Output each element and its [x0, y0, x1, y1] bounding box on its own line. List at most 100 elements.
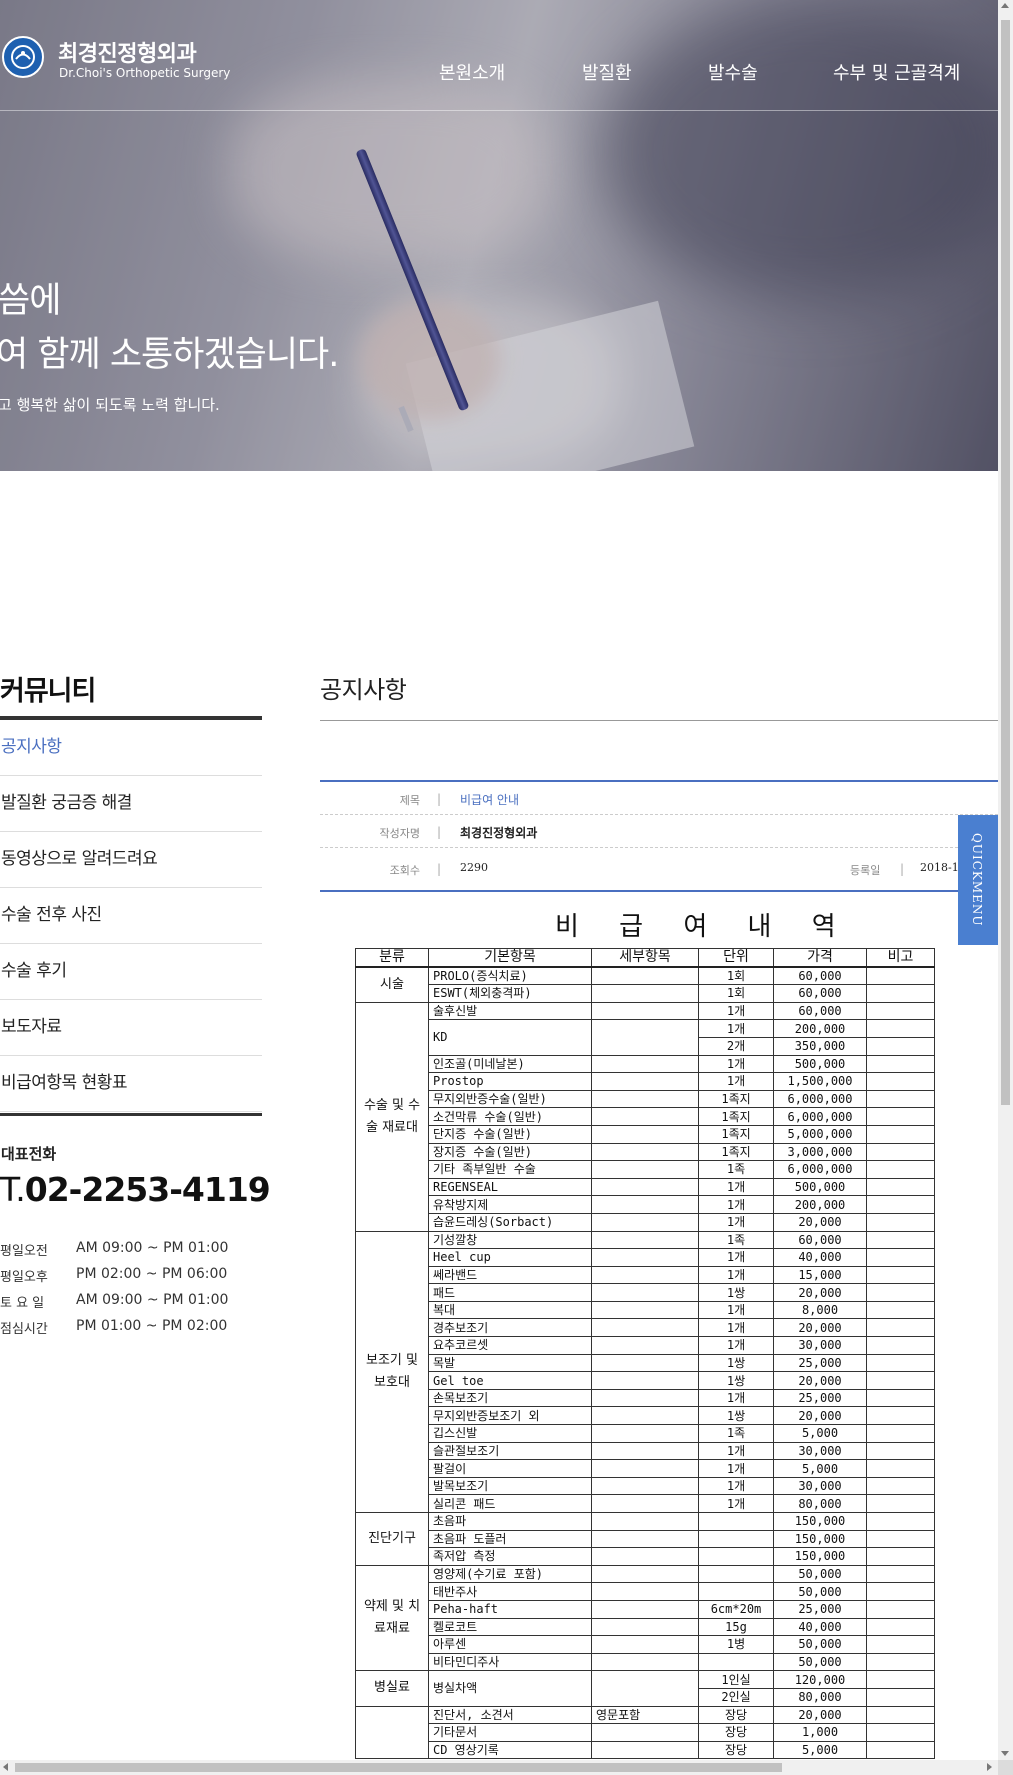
fee-note — [866, 1107, 935, 1126]
fee-row: 기타문서 장당 1,000 — [356, 1723, 935, 1742]
fee-row: 쎄라밴드 1개 15,000 — [356, 1265, 935, 1285]
vertical-scroll-thumb[interactable] — [1001, 20, 1010, 1105]
hours-row: 평일오전 AM 09:00 ~ PM 01:00 — [0, 1240, 228, 1266]
fee-row: 진단기구 초음파 150,000 — [355, 1512, 935, 1566]
fee-detail — [591, 1300, 699, 1320]
logo-subtitle[interactable]: Dr.Choi's Orthopetic Surgery — [59, 66, 230, 80]
fee-table-title: 비 급 여 내 역 — [555, 912, 852, 942]
fee-item: 태반주사 — [428, 1582, 592, 1601]
fee-unit: 1개 — [698, 1265, 774, 1285]
fee-detail — [591, 984, 699, 1003]
fee-price: 150,000 — [773, 1547, 867, 1566]
nav-item-foot-surgery[interactable]: 발수술 — [708, 59, 758, 85]
fee-price: 20,000 — [773, 1705, 867, 1725]
sidebar-item-noncovered[interactable]: 비급여항목 현황표 — [0, 1056, 262, 1112]
date-label: 등록일 — [850, 864, 881, 877]
sidebar-item-foot-faq[interactable]: 발질환 궁금증 해결 — [0, 776, 262, 832]
fee-item: 손목보조기 — [428, 1388, 592, 1408]
fee-item: 아루센 — [428, 1635, 592, 1654]
quickmenu-button[interactable]: QUICKMENU — [958, 815, 998, 945]
fee-item: 목발 — [428, 1353, 592, 1373]
fee-note — [866, 1265, 935, 1285]
fee-row: 목발 1쌍 25,000 — [356, 1353, 935, 1373]
fee-row: KD 1개 200,000 — [356, 1019, 935, 1056]
fee-price: 200,000 — [773, 1195, 867, 1214]
fee-detail — [591, 1459, 699, 1478]
fee-item: 무지외반증보조기 외 — [428, 1406, 592, 1426]
scroll-down-arrow-icon[interactable] — [1001, 1751, 1009, 1756]
fee-item: ESWT(체외충격파) — [428, 984, 592, 1003]
fee-detail — [591, 1617, 699, 1637]
fee-item: 팔걸이 — [428, 1459, 592, 1478]
logo-title[interactable]: 최경진정형외과 — [58, 36, 197, 68]
fee-detail — [591, 1371, 699, 1390]
fee-detail — [591, 1564, 699, 1584]
fee-price: 60,000 — [773, 1001, 867, 1021]
fee-unit: 2인실 — [698, 1687, 774, 1707]
fee-item: 켈로코트 — [428, 1617, 592, 1637]
fee-note — [866, 1054, 935, 1074]
fee-unit: 1족지 — [698, 1124, 774, 1144]
fee-note — [866, 1617, 935, 1637]
fee-detail — [591, 1195, 699, 1214]
fee-price: 1,500,000 — [773, 1072, 867, 1091]
sidebar-bottom-divider — [0, 1113, 262, 1116]
logo-emblem-icon[interactable] — [2, 36, 44, 78]
fee-unit: 6cm*20m — [698, 1599, 774, 1619]
fee-price: 30,000 — [773, 1476, 867, 1496]
fee-detail — [591, 1019, 699, 1056]
fee-price: 6,000,000 — [773, 1107, 867, 1126]
nav-item-about[interactable]: 본원소개 — [439, 59, 505, 85]
fee-detail — [591, 1248, 699, 1267]
fee-detail — [591, 1670, 699, 1707]
fee-note — [866, 1705, 935, 1725]
fee-note — [866, 1424, 935, 1443]
horizontal-scroll-thumb[interactable] — [15, 1763, 782, 1772]
sidebar-item-before-after[interactable]: 수술 전후 사진 — [0, 888, 262, 944]
fee-item: 장지증 수술(일반) — [428, 1142, 592, 1162]
sidebar-item-videos[interactable]: 동영상으로 알려드려요 — [0, 832, 262, 888]
nav-item-hand-musculoskeletal[interactable]: 수부 및 근골격계 — [833, 59, 960, 85]
fee-note — [866, 1300, 935, 1320]
hours-row: 점심시간 PM 01:00 ~ PM 02:00 — [0, 1318, 228, 1344]
fee-unit — [698, 1582, 774, 1601]
fee-note — [866, 1283, 935, 1302]
hours-time: AM 09:00 ~ PM 01:00 — [76, 1240, 229, 1256]
fee-price: 40,000 — [773, 1248, 867, 1267]
fee-unit: 장당 — [698, 1740, 774, 1760]
sidebar-item-notice[interactable]: 공지사항 — [0, 720, 262, 776]
sidebar-item-press[interactable]: 보도자료 — [0, 1000, 262, 1056]
fee-unit: 1족지 — [698, 1089, 774, 1109]
fee-row: 요추코르셋 1개 30,000 — [356, 1336, 935, 1355]
fee-unit: 1병 — [698, 1635, 774, 1654]
fee-detail — [591, 1652, 699, 1672]
fee-note — [866, 1529, 935, 1549]
fee-detail — [591, 1054, 699, 1074]
scroll-right-arrow-icon[interactable] — [987, 1763, 992, 1771]
fee-unit: 2개 — [698, 1036, 774, 1056]
fee-unit: 1개 — [698, 1001, 774, 1021]
phone-prefix: T. — [0, 1170, 26, 1209]
fee-unit: 장당 — [698, 1705, 774, 1725]
fee-price: 50,000 — [773, 1635, 867, 1654]
fee-category: 시술 — [355, 966, 429, 1003]
fee-detail — [591, 1740, 699, 1760]
scroll-left-arrow-icon[interactable] — [3, 1763, 8, 1771]
fee-item: 비타민디주사 — [428, 1652, 592, 1672]
subject-label: 제목 — [399, 794, 420, 807]
sidebar-item-reviews[interactable]: 수술 후기 — [0, 944, 262, 1000]
fee-item: 복대 — [428, 1300, 592, 1320]
nav-item-foot-disease[interactable]: 발질환 — [582, 59, 632, 85]
fee-note — [866, 1124, 935, 1144]
fee-price: 20,000 — [773, 1212, 867, 1232]
fee-unit: 1개 — [698, 1072, 774, 1091]
fee-price: 50,000 — [773, 1652, 867, 1672]
hero-headline-1: 씀에 — [0, 281, 61, 321]
fee-unit: 1개 — [698, 1494, 774, 1513]
fee-item: 진단서, 소견서 — [428, 1705, 592, 1725]
scroll-up-arrow-icon[interactable] — [1001, 3, 1009, 8]
fee-price: 50,000 — [773, 1582, 867, 1601]
post-meta-row: 조회수 | 2290 등록일 | 2018-10 — [320, 848, 998, 890]
fee-detail — [591, 1441, 699, 1461]
fee-row: 보조기 및 보호대 기성깔창 1족 60,000 — [355, 1230, 935, 1513]
